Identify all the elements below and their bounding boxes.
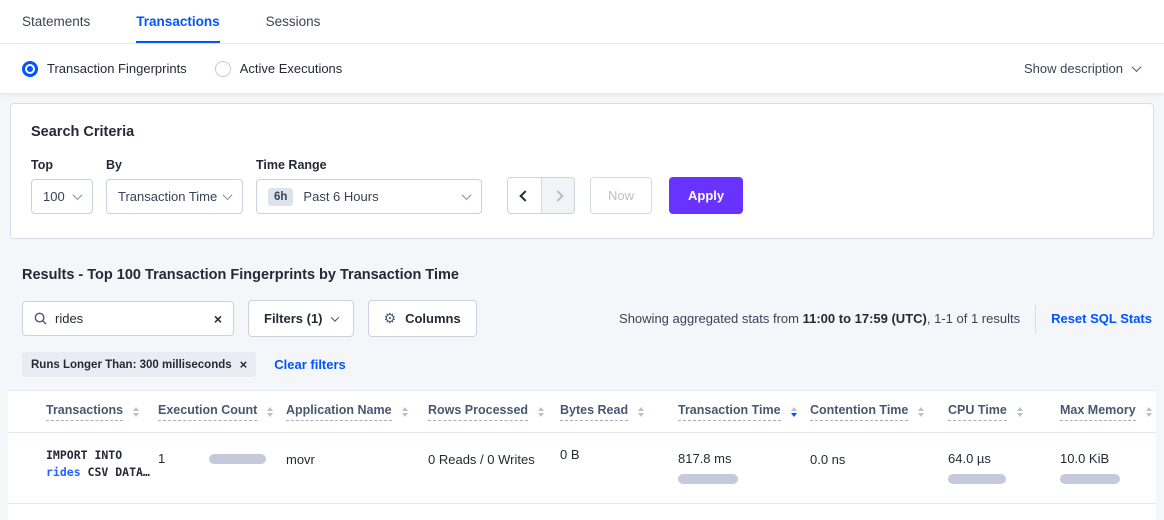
transaction-time-cell: 817.8 ms	[678, 451, 810, 484]
time-range-prev-button[interactable]	[508, 178, 541, 213]
chevron-down-icon	[223, 190, 233, 200]
column-header-application-name[interactable]: Application Name	[286, 403, 428, 421]
columns-button[interactable]: ⚙ Columns	[368, 300, 477, 337]
view-mode-bar: Transaction Fingerprints Active Executio…	[0, 44, 1164, 93]
radio-label: Transaction Fingerprints	[47, 61, 187, 76]
top-select-value: 100	[43, 189, 65, 204]
contention-time-cell: 0.0 ns	[810, 451, 948, 469]
sort-icon[interactable]	[918, 407, 924, 417]
gear-icon: ⚙	[384, 311, 397, 327]
sort-icon[interactable]	[1146, 407, 1152, 417]
column-header-contention-time[interactable]: Contention Time	[810, 403, 948, 421]
radio-label: Active Executions	[240, 61, 343, 76]
sort-icon[interactable]	[267, 407, 273, 417]
search-icon	[34, 312, 47, 325]
time-range-select[interactable]: 6h Past 6 Hours	[256, 179, 482, 214]
column-header-rows-processed[interactable]: Rows Processed	[428, 403, 560, 421]
radio-unselected-icon	[215, 61, 231, 77]
search-criteria-controls: Top 100 By Transaction Time Time Range 6…	[31, 158, 1133, 214]
results-heading: Results - Top 100 Transaction Fingerprin…	[22, 267, 1152, 283]
sql-activity-tabbar: Statements Transactions Sessions	[0, 0, 1164, 44]
execution-count-cell: 1	[158, 451, 286, 466]
time-range-nav	[507, 177, 575, 214]
column-header-transactions[interactable]: Transactions	[46, 403, 158, 421]
top-field: Top 100	[31, 158, 93, 214]
chevron-left-icon	[519, 190, 530, 201]
chevron-down-icon	[462, 190, 472, 200]
column-header-max-memory[interactable]: Max Memory	[1060, 403, 1156, 421]
transaction-time-bar	[678, 474, 738, 484]
tab-statements[interactable]: Statements	[22, 0, 90, 43]
time-range-next-button[interactable]	[541, 178, 574, 213]
clear-filters-link[interactable]: Clear filters	[274, 357, 346, 372]
tab-transactions[interactable]: Transactions	[136, 0, 219, 43]
results-search-box: ×	[22, 301, 234, 336]
top-label: Top	[31, 158, 93, 172]
tab-sessions[interactable]: Sessions	[266, 0, 321, 43]
filters-button[interactable]: Filters (1)	[248, 300, 354, 337]
execution-count-bar	[209, 454, 266, 464]
table-header-row: Transactions Execution Count Application…	[8, 391, 1156, 433]
transaction-fingerprint-cell[interactable]: IMPORT INTO rides CSV DATA…	[46, 447, 158, 481]
bytes-read-cell: 0 B	[560, 446, 678, 464]
time-range-label: Time Range	[256, 158, 482, 172]
show-description-toggle[interactable]: Show description	[1024, 61, 1140, 76]
search-input[interactable]	[55, 311, 206, 326]
by-label: By	[106, 158, 243, 172]
view-mode-radio-group: Transaction Fingerprints Active Executio…	[22, 61, 342, 77]
transaction-fingerprint-link[interactable]: rides	[46, 465, 81, 479]
remove-filter-icon[interactable]: ×	[240, 358, 248, 371]
apply-button[interactable]: Apply	[669, 177, 743, 214]
cpu-time-bar	[948, 474, 1006, 484]
time-range-field: Time Range 6h Past 6 Hours	[256, 158, 482, 214]
columns-button-label: Columns	[405, 311, 461, 326]
top-select[interactable]: 100	[31, 179, 93, 214]
max-memory-cell: 10.0 KiB	[1060, 451, 1156, 484]
chevron-right-icon	[552, 190, 563, 201]
clear-search-icon[interactable]: ×	[214, 312, 222, 326]
radio-selected-icon	[22, 61, 38, 77]
time-range-value: Past 6 Hours	[303, 189, 378, 204]
divider	[1035, 305, 1036, 333]
sort-icon[interactable]	[1017, 407, 1023, 417]
column-header-transaction-time[interactable]: Transaction Time	[678, 403, 810, 421]
max-memory-bar	[1060, 474, 1120, 484]
by-field: By Transaction Time	[106, 158, 243, 214]
search-criteria-title: Search Criteria	[31, 124, 1133, 140]
column-header-cpu-time[interactable]: CPU Time	[948, 403, 1060, 421]
search-criteria-card: Search Criteria Top 100 By Transaction T…	[10, 103, 1154, 239]
chevron-down-icon	[73, 190, 83, 200]
table-row: IMPORT INTO rides CSV DATA… 1 movr 0 Rea…	[8, 433, 1156, 504]
filters-button-label: Filters (1)	[264, 311, 323, 326]
sort-icon[interactable]	[402, 407, 408, 417]
sort-desc-icon[interactable]	[791, 407, 797, 417]
sort-icon[interactable]	[638, 407, 644, 417]
time-range-badge: 6h	[268, 188, 293, 206]
radio-transaction-fingerprints[interactable]: Transaction Fingerprints	[22, 61, 187, 77]
radio-active-executions[interactable]: Active Executions	[215, 61, 343, 77]
reset-sql-stats-link[interactable]: Reset SQL Stats	[1051, 311, 1152, 326]
sort-icon[interactable]	[133, 407, 139, 417]
chevron-down-icon	[330, 313, 338, 321]
now-button[interactable]: Now	[590, 177, 652, 214]
active-filters-row: Runs Longer Than: 300 milliseconds × Cle…	[22, 352, 1164, 377]
show-description-label: Show description	[1024, 61, 1123, 76]
application-name-cell: movr	[286, 451, 428, 469]
aggregated-stats-text: Showing aggregated stats from 11:00 to 1…	[619, 305, 1152, 333]
filter-pill: Runs Longer Than: 300 milliseconds ×	[22, 352, 256, 377]
chevron-down-icon	[1132, 62, 1142, 72]
sort-icon[interactable]	[538, 407, 544, 417]
by-select-value: Transaction Time	[118, 189, 217, 204]
results-controls-row: × Filters (1) ⚙ Columns Showing aggregat…	[22, 300, 1152, 337]
cpu-time-cell: 64.0 µs	[948, 451, 1060, 484]
rows-processed-cell: 0 Reads / 0 Writes	[428, 451, 560, 469]
by-select[interactable]: Transaction Time	[106, 179, 243, 214]
filter-pill-label: Runs Longer Than: 300 milliseconds	[31, 359, 232, 371]
column-header-bytes-read[interactable]: Bytes Read	[560, 403, 678, 421]
column-header-execution-count[interactable]: Execution Count	[158, 403, 286, 421]
